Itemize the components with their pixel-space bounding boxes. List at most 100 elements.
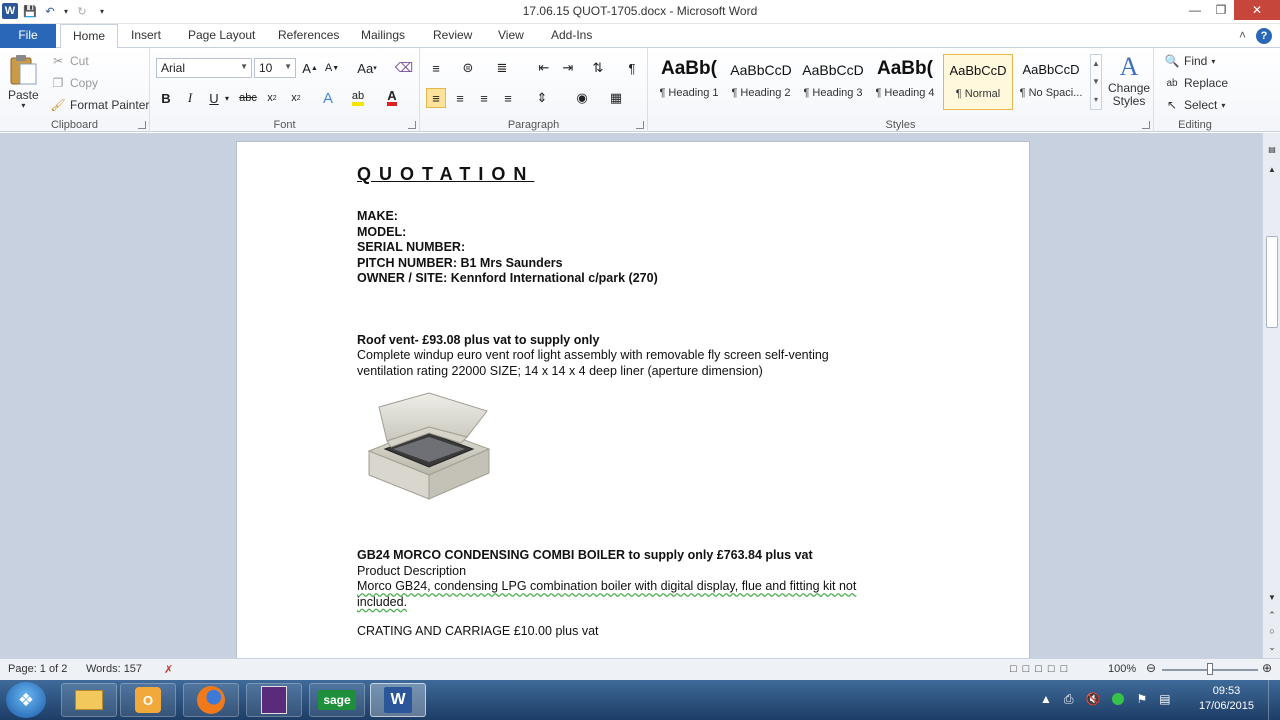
numbering-icon[interactable]: ⊜ (458, 58, 478, 78)
page-count[interactable]: Page: 1 of 2 (8, 663, 67, 675)
system-clock[interactable]: 09:53 17/06/2015 (1199, 684, 1254, 714)
show-hidden-icons-icon[interactable]: ▲ (1040, 692, 1052, 707)
browse-object-icon[interactable]: ○ (1263, 623, 1280, 639)
tab-page-layout[interactable]: Page Layout (176, 24, 267, 48)
cut-button[interactable]: ✂ Cut (50, 53, 89, 69)
proofing-icon[interactable]: ✗ (164, 663, 173, 676)
word-count[interactable]: Words: 157 (86, 663, 142, 675)
bullets-icon[interactable]: ≡ (426, 58, 446, 78)
replace-button[interactable]: ab Replace (1164, 75, 1228, 91)
zoom-level[interactable]: 100% (1108, 663, 1136, 675)
multilevel-list-icon[interactable]: ≣ (492, 58, 512, 78)
underline-dropdown-icon[interactable]: ▾ (222, 88, 232, 108)
document-page[interactable]: QUOTATION MAKE: MODEL: SERIAL NUMBER: PI… (236, 141, 1030, 658)
firefox-button[interactable] (183, 683, 239, 717)
align-center-icon[interactable]: ≡ (450, 88, 470, 108)
tab-add-ins[interactable]: Add-Ins (539, 24, 604, 48)
style-heading-4[interactable]: AaBb( ¶ Heading 4 (870, 54, 940, 110)
superscript-icon[interactable]: x2 (286, 88, 306, 108)
clipboard-launcher-icon[interactable] (138, 121, 146, 129)
clear-formatting-icon[interactable]: ⌫ (394, 58, 414, 78)
outlook-icon: O (135, 687, 161, 713)
outlook-button[interactable]: O (120, 683, 176, 717)
tab-view[interactable]: View (486, 24, 536, 48)
align-left-icon[interactable]: ≡ (426, 88, 446, 108)
paste-button[interactable]: Paste ▾ (8, 54, 39, 110)
borders-icon[interactable]: ▦ (606, 88, 626, 108)
subscript-icon[interactable]: x2 (262, 88, 282, 108)
sage-button[interactable]: sage (309, 683, 365, 717)
show-formatting-icon[interactable]: ¶ (622, 58, 642, 78)
format-painter-button[interactable]: 🖌 Format Painter (50, 97, 149, 113)
select-button[interactable]: ↖ Select ▾ (1164, 97, 1225, 113)
underline-icon[interactable]: U (204, 88, 224, 108)
font-size-combo[interactable]: 10 ▼ (254, 58, 296, 78)
increase-indent-icon[interactable]: ⇥ (558, 58, 578, 78)
style-normal[interactable]: AaBbCcD ¶ Normal (943, 54, 1013, 110)
zoom-out-icon[interactable]: ⊖ (1146, 661, 1156, 675)
strikethrough-icon[interactable]: abc (238, 88, 258, 108)
highlight-icon[interactable]: ab (348, 88, 368, 108)
help-icon[interactable]: ? (1256, 28, 1272, 44)
tab-mailings[interactable]: Mailings (349, 24, 417, 48)
zoom-slider-knob[interactable] (1207, 663, 1213, 675)
next-page-icon[interactable]: ⌄ (1263, 639, 1280, 655)
printer-icon[interactable]: ⎙ (1064, 692, 1074, 707)
minimize-ribbon-icon[interactable]: ˄ (1239, 28, 1246, 44)
paragraph-launcher-icon[interactable] (636, 121, 644, 129)
scroll-down-icon[interactable]: ▼ (1263, 589, 1280, 605)
sort-icon[interactable]: ⇅ (588, 58, 608, 78)
find-button[interactable]: 🔍 Find ▾ (1164, 53, 1216, 69)
zoom-in-icon[interactable]: ⊕ (1262, 661, 1272, 675)
chevron-down-icon: ▾ (1221, 100, 1226, 110)
close-button[interactable]: ✕ (1234, 0, 1280, 20)
italic-icon[interactable]: I (180, 88, 200, 108)
restore-button[interactable]: ❐ (1208, 0, 1234, 20)
calculator-button[interactable] (246, 683, 302, 717)
windows-explorer-button[interactable] (61, 683, 117, 717)
justify-icon[interactable]: ≡ (498, 88, 518, 108)
word-taskbar-button[interactable]: W (370, 683, 426, 717)
show-desktop-button[interactable] (1268, 680, 1280, 720)
decrease-indent-icon[interactable]: ⇤ (534, 58, 554, 78)
document-body[interactable]: QUOTATION MAKE: MODEL: SERIAL NUMBER: PI… (357, 164, 917, 640)
previous-page-icon[interactable]: ⌃ (1263, 607, 1280, 623)
network-icon[interactable]: ▤ (1159, 692, 1170, 707)
start-button[interactable]: ❖ (6, 682, 46, 718)
style-no-spacing[interactable]: AaBbCcD ¶ No Spaci... (1016, 54, 1086, 110)
change-case-icon[interactable]: Aa ▾ (354, 58, 380, 78)
style-heading-3[interactable]: AaBbCcD ¶ Heading 3 (798, 54, 868, 110)
style-heading-1[interactable]: AaBb( ¶ Heading 1 (654, 54, 724, 110)
tab-review[interactable]: Review (421, 24, 484, 48)
change-styles-button[interactable]: A Change Styles (1108, 52, 1150, 108)
grow-font-icon[interactable]: A ▲ (300, 58, 320, 78)
tab-home[interactable]: Home (60, 24, 119, 49)
minimize-button[interactable]: — (1182, 0, 1208, 20)
status-green-icon[interactable] (1112, 693, 1125, 705)
font-launcher-icon[interactable] (408, 121, 416, 129)
copy-button[interactable]: ❐ Copy (50, 75, 98, 91)
paste-dropdown-icon[interactable]: ▾ (21, 101, 25, 110)
font-color-icon[interactable]: A (382, 88, 402, 108)
shading-icon[interactable]: ◉ (572, 88, 592, 108)
volume-muted-icon[interactable]: 🔇 (1086, 692, 1101, 707)
vertical-scrollbar[interactable]: ▤ ▲ ▼ ⌃ ○ ⌄ (1262, 133, 1280, 658)
tab-file[interactable]: File (0, 24, 56, 48)
tab-references[interactable]: References (266, 24, 351, 48)
view-buttons[interactable]: □□□□□ (1010, 663, 1073, 675)
tab-insert[interactable]: Insert (119, 24, 173, 48)
styles-scroll[interactable]: ▲ ▼ ▾ (1090, 54, 1102, 110)
title-bar: W 💾 ↶ ▾ ↻ ▾ 17.06.15 QUOT-1705.docx - Mi… (0, 0, 1280, 24)
scroll-up-icon[interactable]: ▲ (1263, 161, 1280, 177)
text-effects-icon[interactable]: A (318, 88, 338, 108)
style-heading-2[interactable]: AaBbCcD ¶ Heading 2 (726, 54, 796, 110)
action-center-flag-icon[interactable]: ⚑ (1136, 692, 1147, 707)
scrollbar-thumb[interactable] (1266, 236, 1278, 328)
styles-launcher-icon[interactable] (1142, 121, 1150, 129)
line-spacing-icon[interactable]: ⇕ (532, 88, 552, 108)
shrink-font-icon[interactable]: A ▼ (322, 58, 342, 78)
ruler-toggle-icon[interactable]: ▤ (1263, 141, 1280, 157)
align-right-icon[interactable]: ≡ (474, 88, 494, 108)
font-name-combo[interactable]: Arial ▼ (156, 58, 252, 78)
bold-icon[interactable]: B (156, 88, 176, 108)
